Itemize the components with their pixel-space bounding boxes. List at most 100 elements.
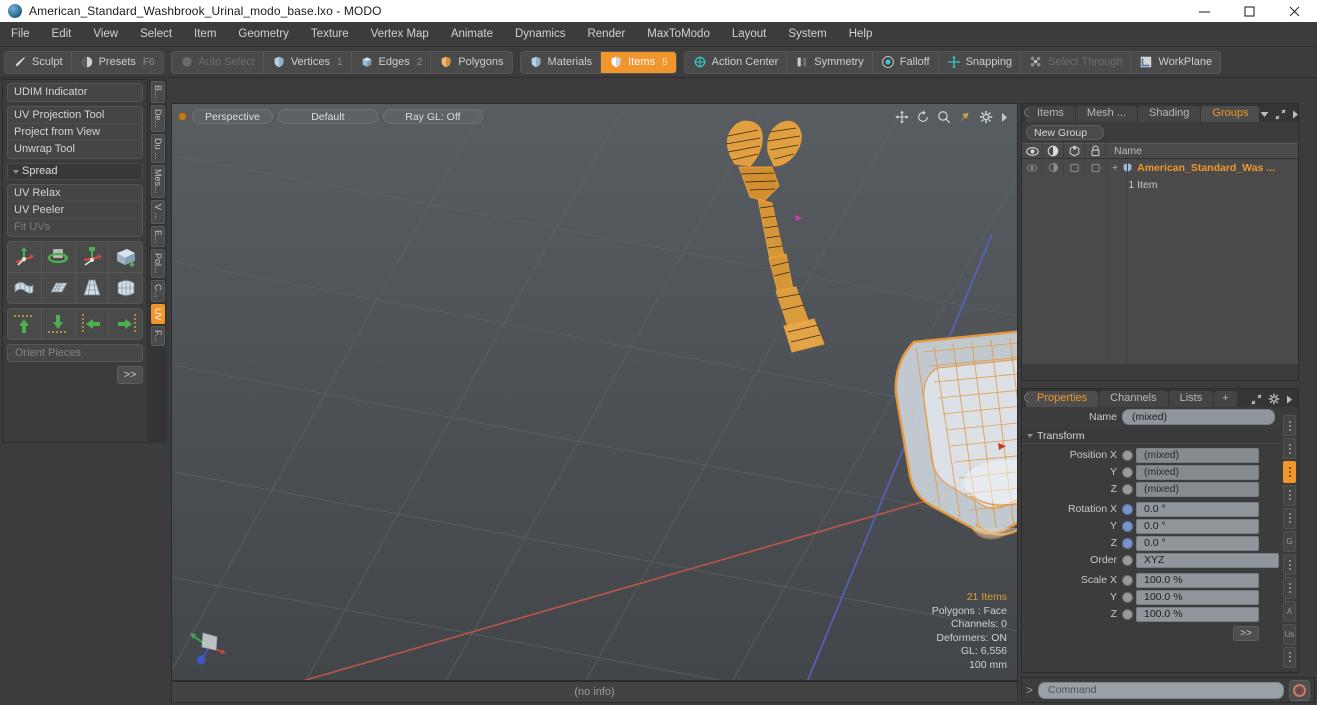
orient-pieces-input[interactable]: Orient Pieces bbox=[7, 344, 143, 362]
expand-icon[interactable] bbox=[1275, 109, 1286, 120]
maximize-icon[interactable] bbox=[1227, 0, 1272, 22]
vtab-uv[interactable]: UV bbox=[151, 303, 165, 325]
sculpt-button[interactable]: Sculpt bbox=[5, 51, 72, 73]
menu-layout[interactable]: Layout bbox=[721, 22, 778, 47]
menu-dynamics[interactable]: Dynamics bbox=[504, 22, 576, 47]
spread-section-header[interactable]: Spread bbox=[7, 163, 143, 180]
row-render-toggle[interactable] bbox=[1064, 159, 1085, 176]
command-input[interactable]: Command bbox=[1038, 681, 1284, 699]
uv-grid-icon[interactable] bbox=[41, 273, 75, 303]
vtab-f[interactable]: F... bbox=[151, 326, 165, 347]
tab-shading[interactable]: Shading bbox=[1138, 106, 1201, 122]
menu-system[interactable]: System bbox=[777, 22, 837, 47]
rotation-x-input[interactable]: 0.0 ° bbox=[1136, 501, 1259, 517]
side-tab-4[interactable] bbox=[1283, 507, 1296, 529]
scale-z-radio[interactable] bbox=[1122, 608, 1133, 620]
lock-icon[interactable] bbox=[1085, 143, 1106, 159]
viewport-shading-selector[interactable]: Default bbox=[277, 108, 378, 124]
side-tab-5[interactable]: G bbox=[1283, 530, 1296, 553]
uv-peeler-row[interactable]: UV Peeler bbox=[8, 202, 142, 219]
uv-taper-icon[interactable] bbox=[75, 273, 109, 303]
tab-items[interactable]: Items bbox=[1026, 106, 1075, 122]
align-right-icon[interactable] bbox=[109, 309, 142, 339]
edges-button[interactable]: Edges 2 bbox=[352, 51, 432, 73]
side-tab-9[interactable]: Us bbox=[1283, 623, 1296, 645]
side-tab-8[interactable]: A bbox=[1283, 600, 1296, 622]
zoom-icon[interactable] bbox=[937, 110, 951, 124]
scale-y-input[interactable]: 100.0 % bbox=[1136, 589, 1259, 605]
tab-groups[interactable]: Groups bbox=[1201, 106, 1260, 122]
tab-add[interactable]: + bbox=[1214, 391, 1237, 407]
chevron-right-icon[interactable] bbox=[1286, 395, 1293, 404]
symmetry-button[interactable]: Symmetry bbox=[787, 51, 873, 73]
uv-projection-tool-row[interactable]: UV Projection Tool bbox=[8, 107, 142, 124]
vtab-e[interactable]: E... bbox=[151, 225, 165, 248]
rotation-x-radio[interactable] bbox=[1122, 503, 1133, 515]
viewport-raygl-selector[interactable]: Ray GL: Off bbox=[382, 108, 483, 124]
vtab-de[interactable]: De... bbox=[151, 104, 165, 132]
snapping-button[interactable]: Snapping bbox=[939, 51, 1022, 73]
menu-geometry[interactable]: Geometry bbox=[227, 22, 300, 47]
name-field[interactable]: (mixed) bbox=[1122, 409, 1275, 425]
fit-icon[interactable] bbox=[958, 110, 972, 124]
shade-icon[interactable] bbox=[1043, 143, 1064, 159]
side-tab-0[interactable] bbox=[1283, 415, 1296, 437]
uv-cylindrical-icon[interactable] bbox=[109, 273, 142, 303]
chevron-down-icon[interactable] bbox=[1260, 111, 1269, 118]
side-tab-3[interactable] bbox=[1283, 484, 1296, 506]
scale-x-input[interactable]: 100.0 % bbox=[1136, 572, 1259, 588]
menu-texture[interactable]: Texture bbox=[300, 22, 360, 47]
vertices-button[interactable]: Vertices 1 bbox=[264, 51, 352, 73]
chevron-right-icon[interactable] bbox=[1292, 110, 1299, 119]
menu-select[interactable]: Select bbox=[129, 22, 183, 47]
menu-edit[interactable]: Edit bbox=[41, 22, 83, 47]
menu-render[interactable]: Render bbox=[576, 22, 636, 47]
align-up-icon[interactable] bbox=[8, 309, 41, 339]
row-lock-toggle[interactable] bbox=[1085, 159, 1106, 176]
tab-lists[interactable]: Lists bbox=[1168, 391, 1214, 407]
rotation-y-input[interactable]: 0.0 ° bbox=[1136, 518, 1259, 534]
position-x-radio[interactable] bbox=[1122, 449, 1133, 461]
align-down-icon[interactable] bbox=[41, 309, 75, 339]
side-tab-1[interactable] bbox=[1283, 438, 1296, 460]
record-icon[interactable] bbox=[1289, 679, 1310, 701]
vtab-v[interactable]: V ... bbox=[151, 199, 165, 224]
items-button[interactable]: Items 5 bbox=[601, 51, 676, 73]
rotation-y-radio[interactable] bbox=[1122, 520, 1133, 532]
close-icon[interactable] bbox=[1272, 0, 1317, 22]
vtab-du[interactable]: Du ... bbox=[151, 133, 165, 164]
menu-animate[interactable]: Animate bbox=[440, 22, 504, 47]
vtab-mes[interactable]: Mes... bbox=[151, 165, 165, 198]
align-left-icon[interactable] bbox=[75, 309, 109, 339]
scale-y-radio[interactable] bbox=[1122, 591, 1133, 603]
uv-flatten-icon[interactable] bbox=[8, 273, 41, 303]
menu-help[interactable]: Help bbox=[838, 22, 884, 47]
gear-icon[interactable] bbox=[979, 110, 993, 124]
side-tab-6[interactable] bbox=[1283, 554, 1296, 576]
tab-properties[interactable]: Properties bbox=[1026, 391, 1099, 407]
position-y-radio[interactable] bbox=[1122, 466, 1133, 478]
order-dropdown[interactable]: XYZ bbox=[1136, 552, 1279, 568]
chevron-right-icon[interactable] bbox=[1000, 112, 1009, 123]
new-group-button[interactable]: New Group bbox=[1026, 125, 1104, 140]
viewport-perspective-selector[interactable]: Perspective bbox=[192, 108, 273, 124]
menu-view[interactable]: View bbox=[82, 22, 129, 47]
scale-z-input[interactable]: 100.0 % bbox=[1136, 606, 1259, 622]
uv-rotate-icon[interactable] bbox=[41, 242, 75, 272]
order-radio[interactable] bbox=[1122, 554, 1133, 566]
rotation-z-input[interactable]: 0.0 ° bbox=[1136, 535, 1259, 551]
rotation-z-radio[interactable] bbox=[1122, 537, 1133, 549]
workplane-button[interactable]: WorkPlane bbox=[1131, 52, 1220, 73]
position-x-input[interactable]: (mixed) bbox=[1136, 447, 1259, 463]
transform-section-header[interactable]: Transform bbox=[1022, 429, 1281, 444]
uv-relax-row[interactable]: UV Relax bbox=[8, 185, 142, 202]
tab-mesh[interactable]: Mesh ... bbox=[1075, 106, 1138, 122]
urinal-wireframe-model[interactable] bbox=[172, 104, 1018, 681]
row-shade-toggle[interactable] bbox=[1043, 159, 1064, 176]
group-row-label[interactable]: + American_Standard_Was ... bbox=[1106, 162, 1275, 174]
tree-expander[interactable]: + bbox=[1112, 162, 1118, 174]
position-y-input[interactable]: (mixed) bbox=[1136, 464, 1259, 480]
render-icon[interactable] bbox=[1064, 143, 1085, 159]
materials-button[interactable]: Materials bbox=[521, 51, 602, 73]
rotate-icon[interactable] bbox=[916, 110, 930, 124]
